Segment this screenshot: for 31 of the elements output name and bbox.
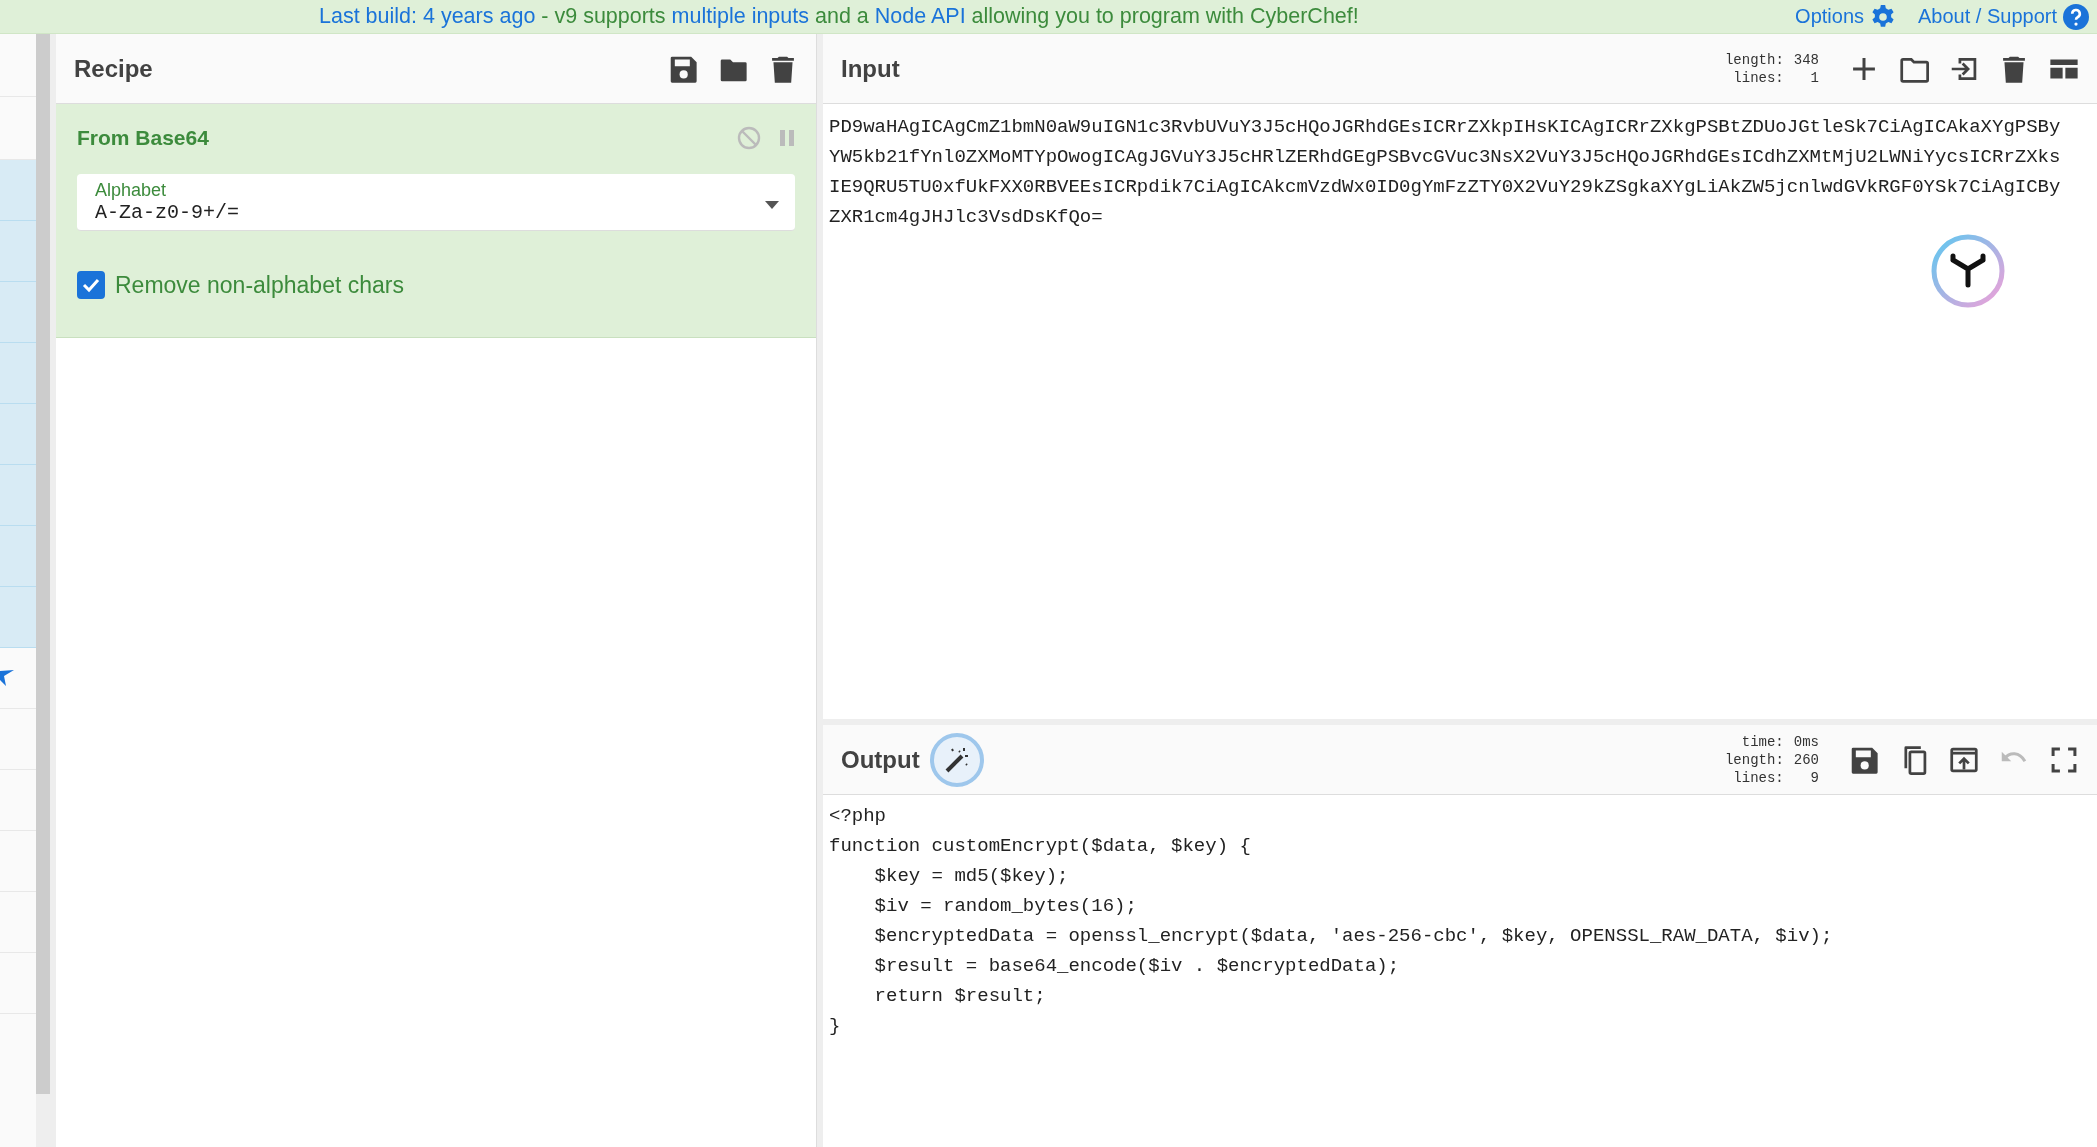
stat-label: lines: <box>1732 768 1784 787</box>
notice-link[interactable]: Last build: 4 years ago <box>319 4 536 28</box>
extension-icon[interactable] <box>1931 234 2005 308</box>
checkbox[interactable] <box>77 271 105 299</box>
panel-title: Output <box>841 745 920 774</box>
panel-title: Recipe <box>74 54 153 83</box>
build-notice: Last build: 4 years ago - v9 supports multiple inputs and a Node API allowing you to program with CyberChef! <box>319 4 1359 29</box>
panel-title: Input <box>841 54 900 83</box>
notice-link[interactable]: multiple inputs <box>671 4 809 28</box>
settings-icon <box>1870 3 1896 30</box>
disable-icon[interactable] <box>737 126 761 150</box>
stat-value: 0ms <box>1793 732 1819 751</box>
stat-label: time: <box>1740 732 1784 751</box>
stat-label: length: <box>1724 750 1784 769</box>
output-code: <?php function customEncrypt($data, $key) { $key = md5($key); $iv = random_bytes(16); $encryptedData = openssl_encrypt($data, 'aes-256-cbc', $key, OPENSSL_RAW_DATA, $iv); $result = base64_encode($iv . $encryptedData); return $result; } <box>828 804 1834 1039</box>
stat-value: 1 <box>1809 68 1819 87</box>
operation-title: From Base64 <box>77 126 209 150</box>
header-link[interactable]: About / Support <box>1918 3 2089 30</box>
stat-value: 9 <box>1809 768 1819 787</box>
header-link[interactable]: Options <box>1795 3 1896 30</box>
stat-label: length: <box>1724 50 1784 69</box>
input-text[interactable]: PD9waHAgICAgCmZ1bmN0aW9uIGN1c3RvbUVuY3J5cHQoJGRhdGEsICRrZXkpIHsKICAgICRrZXkgPSBtZDUoJGtleSk7CiAgICAkaXYgPSByYW5kb21fYnl0ZXMoMTYpOwogICAgJGVuY3J5cHRlZERhdGEgPSBvcGVuc3NsX2VuY3J5cHQoJGRhdGEsICdhZXMtMjU2LWNiYycsICRrZXksIE9QRU5TU0xfUkFXX0RBVEEsICRpdik7CiAgICAkcmVzdWx0ID0gYmFzZTY0X2VuY29kZSgkaXYgLiAkZW5jcnlwdGVkRGF0YSk7CiAgICByZXR1cm4gJHJlc3VsdDsKfQo= <box>823 104 2073 240</box>
stat-value: 260 <box>1793 750 1819 769</box>
notice-link[interactable]: Node API <box>874 4 966 28</box>
stat-value: 348 <box>1793 50 1819 69</box>
scrollbar-thumb[interactable] <box>36 34 50 1094</box>
help-icon <box>2063 3 2089 30</box>
stat-label: lines: <box>1732 68 1784 87</box>
alphabet-field[interactable]: Alphabet A-Za-z0-9+/= <box>77 174 795 231</box>
caret-icon[interactable] <box>765 201 779 209</box>
checkbox-label[interactable]: Remove non-alphabet chars <box>115 271 404 299</box>
